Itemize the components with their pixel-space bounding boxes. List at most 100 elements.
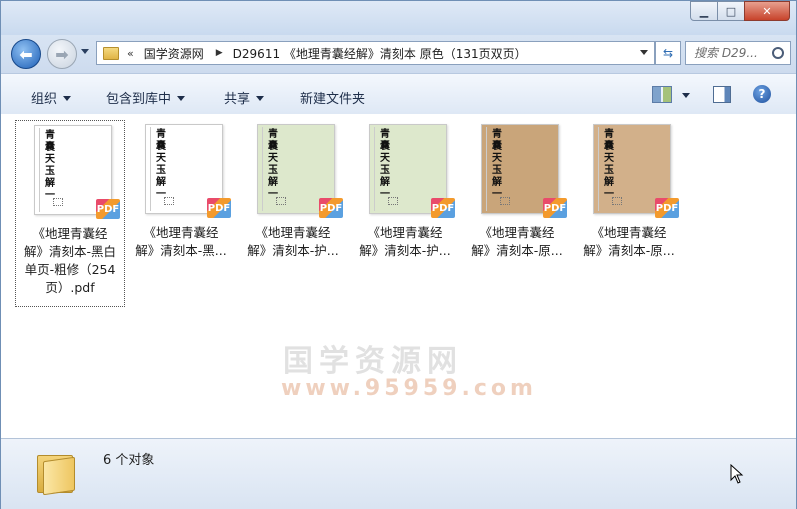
thumbnail-glyph: 青 <box>45 130 55 141</box>
folder-icon <box>103 46 119 60</box>
minimize-icon[interactable]: ▁ <box>690 1 718 21</box>
change-view-icon[interactable] <box>652 86 672 103</box>
pdf-file-icon: PDF <box>96 199 120 219</box>
seal-stamp <box>276 197 286 205</box>
file-name-line: 页）.pdf <box>45 280 95 295</box>
breadcrumb-overflow[interactable]: « <box>127 47 134 60</box>
view-options-chevron-down-icon[interactable] <box>682 93 690 98</box>
file-name-line: 《地理青囊经 <box>255 225 331 240</box>
new-folder-button[interactable]: 新建文件夹 <box>300 88 365 107</box>
pdf-file-icon: PDF <box>543 198 567 218</box>
thumbnail-glyph: 玉 <box>268 165 278 176</box>
thumbnail-glyph: 解 <box>492 177 502 188</box>
back-arrow-icon[interactable]: ⬅ <box>11 39 41 69</box>
address-bar[interactable]: « 国学资源网 ▶ D29611 《地理青囊经解》清刻本 原色（131页双页） <box>96 41 655 65</box>
thumbnail-glyph: 天 <box>380 153 390 164</box>
breadcrumb-separator-icon[interactable]: ▶ <box>216 48 223 58</box>
window-controls: ▁ □ ✕ <box>690 1 790 21</box>
thumbnail-glyph: 囊 <box>604 141 614 152</box>
file-item[interactable]: 青囊天玉解一 PDF 《地理青囊经 解》清刻本-黑白 单页-粗修（254 页）.pdf <box>15 120 125 307</box>
thumbnail-calligraphy: 青囊天玉解一 <box>45 130 55 202</box>
thumbnail-glyph: 青 <box>156 129 166 140</box>
share-menu[interactable]: 共享 <box>224 88 265 107</box>
include-in-library-label: 包含到库中 <box>106 92 172 107</box>
folder-icon <box>37 449 75 496</box>
close-icon[interactable]: ✕ <box>744 1 790 21</box>
file-name: 《地理青囊经 解》清刻本-原... <box>463 224 571 260</box>
new-folder-label: 新建文件夹 <box>300 92 366 107</box>
thumbnail-glyph: 玉 <box>492 165 502 176</box>
file-name-line: 解》清刻本-原... <box>471 243 563 258</box>
thumbnail-calligraphy: 青囊天玉解一 <box>156 129 166 201</box>
search-input[interactable] <box>694 46 774 60</box>
search-box[interactable] <box>685 41 791 65</box>
seal-stamp <box>53 198 63 206</box>
thumbnail-glyph: 玉 <box>45 166 55 177</box>
preview-pane-icon[interactable] <box>713 86 731 103</box>
thumbnail-glyph: 囊 <box>45 142 55 153</box>
thumbnail-glyph: 玉 <box>380 165 390 176</box>
file-name-line: 解》清刻本-护... <box>247 243 339 258</box>
watermark-url: www.95959.com <box>281 376 537 401</box>
breadcrumb-item[interactable]: D29611 《地理青囊经解》清刻本 原色（131页双页） <box>233 45 527 62</box>
help-icon[interactable]: ? <box>753 85 771 103</box>
thumbnail-glyph: 青 <box>492 129 502 140</box>
file-item[interactable]: 青囊天玉解一 PDF 《地理青囊经 解》清刻本-原... <box>575 120 683 305</box>
thumbnail-glyph: 天 <box>492 153 502 164</box>
thumbnail-glyph: 囊 <box>268 141 278 152</box>
watermark-text: 国学资源网 <box>283 344 463 379</box>
file-item[interactable]: 青囊天玉解一 PDF 《地理青囊经 解》清刻本-原... <box>463 120 571 305</box>
file-name: 《地理青囊经 解》清刻本-黑... <box>127 224 235 260</box>
chevron-down-icon <box>256 96 265 101</box>
thumbnail-calligraphy: 青囊天玉解一 <box>604 129 614 201</box>
file-name: 《地理青囊经 解》清刻本-护... <box>239 224 347 260</box>
recent-pages-chevron-down-icon[interactable] <box>81 49 89 54</box>
file-name-line: 解》清刻本-黑... <box>135 243 227 258</box>
seal-stamp <box>388 197 398 205</box>
file-name-line: 《地理青囊经 <box>32 226 108 241</box>
maximize-icon[interactable]: □ <box>717 1 745 21</box>
organize-menu[interactable]: 组织 <box>31 88 72 107</box>
search-icon[interactable] <box>772 47 784 59</box>
file-name: 《地理青囊经 解》清刻本-原... <box>575 224 683 260</box>
file-name-line: 《地理青囊经 <box>367 225 443 240</box>
thumbnail-glyph: 玉 <box>156 165 166 176</box>
thumbnail-glyph: 解 <box>156 177 166 188</box>
file-name-line: 《地理青囊经 <box>479 225 555 240</box>
file-name: 《地理青囊经 解》清刻本-黑白 单页-粗修（254 页）.pdf <box>16 225 124 297</box>
file-item[interactable]: 青囊天玉解一 PDF 《地理青囊经 解》清刻本-护... <box>239 120 347 305</box>
pdf-file-icon: PDF <box>207 198 231 218</box>
file-item[interactable]: 青囊天玉解一 PDF 《地理青囊经 解》清刻本-护... <box>351 120 459 305</box>
forward-arrow-icon[interactable]: ➡ <box>47 39 77 69</box>
thumbnail-glyph: 玉 <box>604 165 614 176</box>
chevron-down-icon <box>177 96 186 101</box>
share-label: 共享 <box>224 92 251 107</box>
thumbnail-glyph: 天 <box>156 153 166 164</box>
file-name-line: 《地理青囊经 <box>591 225 667 240</box>
file-name-line: 解》清刻本-护... <box>359 243 451 258</box>
organize-label: 组织 <box>31 92 58 107</box>
address-dropdown-chevron-down-icon[interactable] <box>640 50 648 55</box>
thumbnail-glyph: 囊 <box>380 141 390 152</box>
file-name-line: 解》清刻本-黑白 <box>23 244 116 259</box>
breadcrumb-item[interactable]: 国学资源网 <box>144 45 204 62</box>
item-count: 6 个对象 <box>103 453 155 468</box>
title-bar: ▁ □ ✕ <box>1 1 796 35</box>
thumbnail-calligraphy: 青囊天玉解一 <box>268 129 278 201</box>
chevron-down-icon <box>63 96 72 101</box>
file-list[interactable]: 国学资源网 www.95959.com 青囊天玉解一 PDF 《地理青囊经 解》清刻本… <box>1 114 796 438</box>
refresh-icon[interactable]: ⇆ <box>655 41 681 65</box>
file-item[interactable]: 青囊天玉解一 PDF 《地理青囊经 解》清刻本-黑... <box>127 120 235 305</box>
thumbnail-glyph: 青 <box>268 129 278 140</box>
navigation-bar: ⬅ ➡ « 国学资源网 ▶ D29611 《地理青囊经解》清刻本 原色（131页… <box>1 35 796 73</box>
command-bar: 组织 包含到库中 共享 新建文件夹 ? <box>1 73 796 115</box>
include-in-library-menu[interactable]: 包含到库中 <box>106 88 186 107</box>
thumbnail-glyph: 囊 <box>156 141 166 152</box>
thumbnail-glyph: 青 <box>604 129 614 140</box>
explorer-window: ▁ □ ✕ ⬅ ➡ « 国学资源网 ▶ D29611 《地理青囊经解》清刻本 原… <box>0 0 797 509</box>
details-pane: 6 个对象 <box>1 438 796 509</box>
thumbnail-glyph: 解 <box>604 177 614 188</box>
thumbnail-glyph: 解 <box>268 177 278 188</box>
file-name: 《地理青囊经 解》清刻本-护... <box>351 224 459 260</box>
file-name-line: 单页-粗修（254 <box>24 262 116 277</box>
